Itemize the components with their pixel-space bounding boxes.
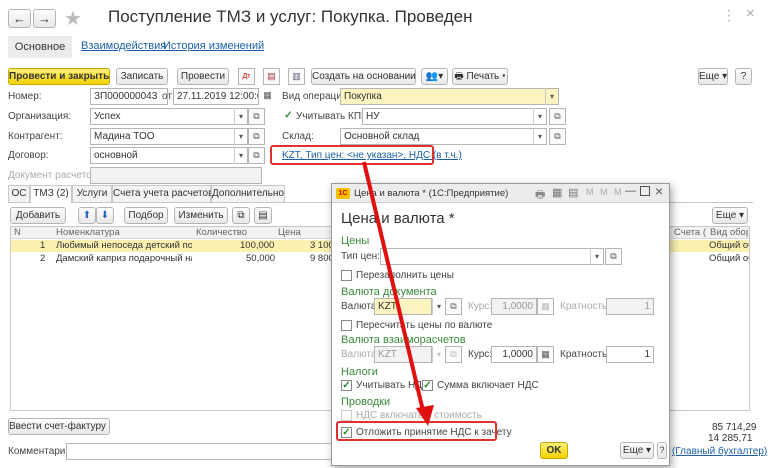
annotation-arrow: [362, 161, 434, 426]
arrow-head: [416, 405, 434, 426]
arrow-shaft: [362, 161, 426, 416]
